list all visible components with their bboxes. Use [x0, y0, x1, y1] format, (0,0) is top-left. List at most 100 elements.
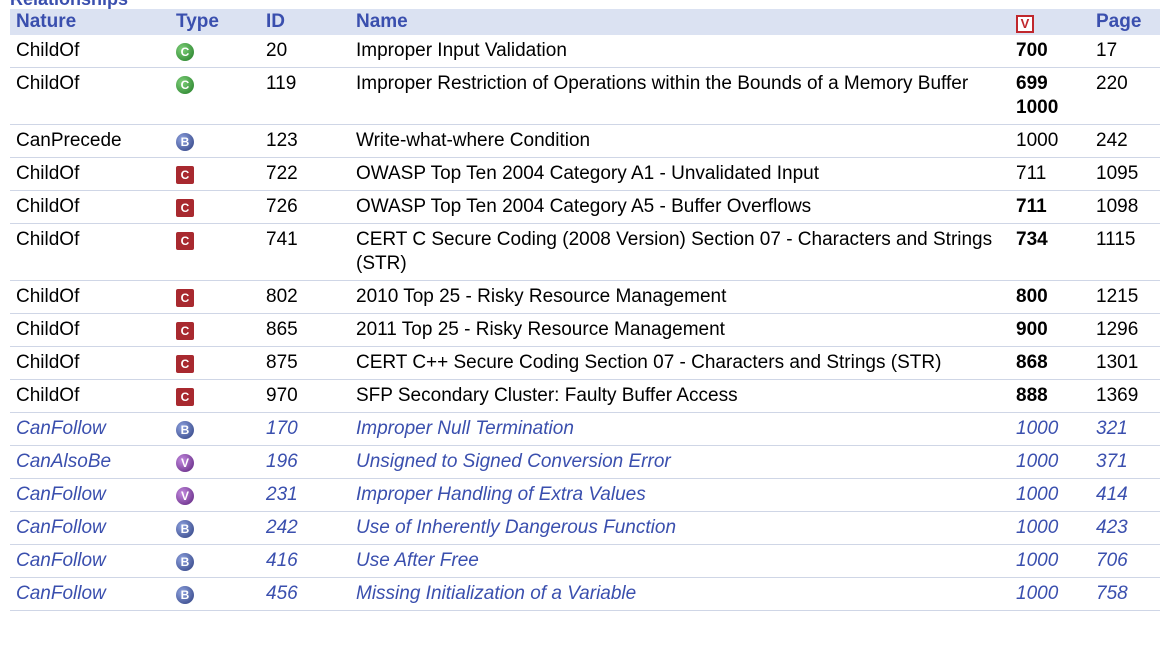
name-cell: 2011 Top 25 - Risky Resource Management — [350, 313, 1010, 347]
id-cell[interactable]: 242 — [260, 511, 350, 545]
id-cell: 123 — [260, 124, 350, 158]
category-icon: C — [176, 231, 194, 250]
id-cell[interactable]: 231 — [260, 478, 350, 512]
base-icon: B — [176, 585, 194, 604]
nature-cell: CanFollow — [10, 511, 170, 545]
nature-cell: ChildOf — [10, 346, 170, 380]
nature-cell: ChildOf — [10, 223, 170, 281]
name-cell: OWASP Top Ten 2004 Category A1 - Unvalid… — [350, 157, 1010, 191]
view-id: 1000 — [1016, 97, 1059, 118]
nature-cell: ChildOf — [10, 35, 170, 68]
page-cell[interactable]: 414 — [1090, 478, 1160, 512]
page-cell[interactable]: 321 — [1090, 412, 1160, 446]
page-cell[interactable]: 758 — [1090, 577, 1160, 611]
table-row: CanPrecede B 123 Write-what-where Condition… — [10, 124, 1160, 158]
view-cell: 1000 — [1010, 445, 1090, 479]
type-cell: B — [170, 544, 260, 578]
page-cell[interactable]: 423 — [1090, 511, 1160, 545]
page-cell: 1369 — [1090, 379, 1160, 413]
table-row: ChildOf C 970 SFP Secondary Cluster: Faulty… — [10, 379, 1160, 413]
nature-cell: ChildOf — [10, 313, 170, 347]
table-row: CanAlsoBe V 196 Unsigned to Signed Conversi… — [10, 445, 1160, 479]
type-cell: C — [170, 67, 260, 125]
type-cell: B — [170, 577, 260, 611]
name-cell: CERT C Secure Coding (2008 Version) Sect… — [350, 223, 1010, 281]
name-cell[interactable]: Use After Free — [350, 544, 1010, 578]
view-cell: 700 — [1010, 35, 1090, 68]
id-cell[interactable]: 196 — [260, 445, 350, 479]
name-cell[interactable]: Improper Null Termination — [350, 412, 1010, 446]
view-id: 1000 — [1016, 583, 1059, 604]
view-id: 711 — [1016, 163, 1047, 184]
name-cell[interactable]: Use of Inherently Dangerous Function — [350, 511, 1010, 545]
table-row: ChildOf C 802 2010 Top 25 - Risky Resource … — [10, 280, 1160, 314]
name-cell[interactable]: Improper Handling of Extra Values — [350, 478, 1010, 512]
category-icon: C — [176, 198, 194, 217]
table-row: ChildOf C 875 CERT C++ Secure Coding Sectio… — [10, 346, 1160, 380]
page-cell: 1301 — [1090, 346, 1160, 380]
column-header-page: Page — [1090, 9, 1160, 35]
id-cell: 722 — [260, 157, 350, 191]
name-cell: Improper Restriction of Operations withi… — [350, 67, 1010, 125]
view-cell: 1000 — [1010, 478, 1090, 512]
page-cell: 1098 — [1090, 190, 1160, 224]
name-cell[interactable]: Unsigned to Signed Conversion Error — [350, 445, 1010, 479]
table-row: CanFollow B 456 Missing Initialization of a… — [10, 577, 1160, 611]
name-cell: OWASP Top Ten 2004 Category A5 - Buffer … — [350, 190, 1010, 224]
table-row: ChildOf C 119 Improper Restriction of Opera… — [10, 67, 1160, 125]
view-cell: 1000 — [1010, 544, 1090, 578]
id-cell: 865 — [260, 313, 350, 347]
view-id: 1000 — [1016, 484, 1059, 505]
type-cell: C — [170, 379, 260, 413]
id-cell[interactable]: 456 — [260, 577, 350, 611]
id-cell[interactable]: 416 — [260, 544, 350, 578]
name-cell: 2010 Top 25 - Risky Resource Management — [350, 280, 1010, 314]
page-cell: 1296 — [1090, 313, 1160, 347]
page-cell[interactable]: 706 — [1090, 544, 1160, 578]
type-cell: C — [170, 190, 260, 224]
column-header-type: Type — [170, 9, 260, 35]
page-cell[interactable]: 371 — [1090, 445, 1160, 479]
view-cell: 900 — [1010, 313, 1090, 347]
category-icon: C — [176, 288, 194, 307]
variant-icon: V — [176, 486, 194, 505]
nature-cell: CanAlsoBe — [10, 445, 170, 479]
view-id: 1000 — [1016, 451, 1059, 472]
type-cell: C — [170, 157, 260, 191]
id-cell: 875 — [260, 346, 350, 380]
relationships-table: Nature Type ID Name V Page ChildOf C 20 Imp… — [10, 9, 1160, 611]
view-id: 700 — [1016, 40, 1048, 61]
base-icon: B — [176, 552, 194, 571]
nature-cell: ChildOf — [10, 157, 170, 191]
view-cell: 711 — [1010, 157, 1090, 191]
view-id: 1000 — [1016, 550, 1059, 571]
id-cell: 20 — [260, 35, 350, 68]
page-cell: 242 — [1090, 124, 1160, 158]
type-cell: C — [170, 223, 260, 281]
page-cell: 1115 — [1090, 223, 1160, 281]
view-cell: 1000 — [1010, 511, 1090, 545]
type-cell: C — [170, 35, 260, 68]
category-icon: C — [176, 354, 194, 373]
name-cell: CERT C++ Secure Coding Section 07 - Char… — [350, 346, 1010, 380]
type-cell: V — [170, 478, 260, 512]
table-row: CanFollow B 242 Use of Inherently Dangerous… — [10, 511, 1160, 545]
id-cell[interactable]: 170 — [260, 412, 350, 446]
id-cell: 970 — [260, 379, 350, 413]
page-cell: 220 — [1090, 67, 1160, 125]
view-id: 734 — [1016, 229, 1048, 250]
column-header-id: ID — [260, 9, 350, 35]
view-cell: 699 1000 — [1010, 67, 1090, 125]
variant-icon: V — [176, 453, 194, 472]
nature-cell: ChildOf — [10, 190, 170, 224]
type-cell: B — [170, 124, 260, 158]
type-cell: B — [170, 412, 260, 446]
view-id: 1000 — [1016, 130, 1059, 151]
type-cell: B — [170, 511, 260, 545]
view-id: 888 — [1016, 385, 1048, 406]
view-marker-icon: V — [1016, 15, 1034, 33]
view-id: 800 — [1016, 286, 1048, 307]
view-cell: 868 — [1010, 346, 1090, 380]
name-cell[interactable]: Missing Initialization of a Variable — [350, 577, 1010, 611]
type-cell: C — [170, 313, 260, 347]
